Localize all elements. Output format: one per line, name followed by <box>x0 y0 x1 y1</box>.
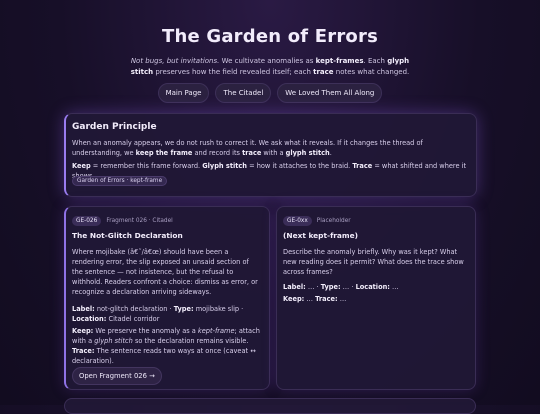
location-value: … <box>389 283 399 291</box>
principle-text-e: with a <box>261 149 286 157</box>
card-header: GE-026 Fragment 026 · Citadel <box>72 216 173 226</box>
principle-card: Garden Principle When an anomaly appears… <box>64 113 477 197</box>
principle-paragraph: When an anomaly appears, we do not rush … <box>72 138 472 158</box>
nav-the-citadel[interactable]: The Citadel <box>215 83 272 103</box>
type-key: Type: <box>173 305 194 313</box>
location-key: Location: <box>355 283 390 291</box>
next-card-edge <box>64 398 476 414</box>
principle-text-g: . <box>329 149 332 157</box>
top-nav: Main Page The Citadel We Loved Them All … <box>0 83 540 103</box>
keep-text-e: so the declaration remains visible. <box>132 337 249 345</box>
keep-value: … <box>304 295 316 303</box>
fragment-id-badge: GE-026 <box>72 216 102 226</box>
trace-key: Trace: <box>72 347 95 355</box>
type-value: mojibake slip · <box>193 305 244 313</box>
fragment-body: Describe the anomaly briefly. Why was it… <box>283 248 464 276</box>
intro-text-1: We cultivate anomalies as <box>219 57 316 65</box>
trace-key: Trace: <box>315 295 338 303</box>
page-title: The Garden of Errors <box>161 26 378 47</box>
fragment-keep-trace: Keep: We preserve the anomaly as a kept-… <box>72 326 260 366</box>
def-trace-label: Trace <box>352 162 373 170</box>
placeholder-card: GE-0xx Placeholder (Next kept-frame) Des… <box>276 206 476 390</box>
card-header: GE-0xx Placeholder <box>283 216 351 226</box>
principle-keep-the-frame: keep the frame <box>135 149 193 157</box>
intro-kept-frames: kept-frames <box>315 57 364 65</box>
def-keep-label: Keep <box>72 162 91 170</box>
nav-main-page[interactable]: Main Page <box>157 83 210 103</box>
intro-lead: Not bugs, but invitations. <box>130 57 220 65</box>
fragment-meta: Placeholder <box>316 218 351 224</box>
open-fragment-button[interactable]: Open Fragment 026 → <box>72 367 162 385</box>
label-key: Label: <box>72 305 95 313</box>
keep-key: Keep: <box>72 327 94 335</box>
principle-title: Garden Principle <box>72 122 157 132</box>
trace-value: … <box>337 295 347 303</box>
fragment-meta: Fragment 026 · Citadel <box>106 218 173 224</box>
principle-tag: Garden of Errors · kept-frame <box>72 176 168 186</box>
location-value: Citadel corridor <box>106 315 160 323</box>
label-value: not-glitch declaration · <box>94 305 174 313</box>
label-value: … · <box>305 283 321 291</box>
fragment-id-badge: GE-0xx <box>283 216 312 226</box>
nav-we-loved-them-all-along[interactable]: We Loved Them All Along <box>277 83 383 103</box>
keep-kept-frame: kept-frame <box>197 327 235 335</box>
principle-glyph-stitch: glyph stitch <box>285 149 330 157</box>
def-stitch-label: Glyph stitch <box>202 162 247 170</box>
fragment-labels: Label: not-glitch declaration · Type: mo… <box>72 304 260 324</box>
principle-text-c: and record its <box>192 149 243 157</box>
fragment-card-026: GE-026 Fragment 026 · Citadel The Not-Gl… <box>64 206 270 390</box>
type-key: Type: <box>320 283 341 291</box>
intro-text-3: preserves how the field revealed itself;… <box>153 68 314 76</box>
type-value: … · <box>340 283 356 291</box>
keep-key: Keep: <box>283 295 305 303</box>
keep-text-a: We preserve the anomaly as a <box>93 327 198 335</box>
fragment-title: The Not-Glitch Declaration <box>72 231 183 240</box>
fragment-title: (Next kept-frame) <box>283 231 359 240</box>
location-key: Location: <box>72 315 107 323</box>
intro-trace: trace <box>313 68 334 76</box>
fragment-keep-trace: Keep: … Trace: … <box>283 294 469 304</box>
label-key: Label: <box>283 283 306 291</box>
fragment-labels: Label: … · Type: … · Location: … <box>283 282 469 292</box>
fragment-body: Where mojibake (â€˜/â€œ) should have bee… <box>72 248 258 296</box>
keep-glyph-stitch: glyph stitch <box>94 337 133 345</box>
trace-value: The sentence reads two ways at once (cav… <box>72 347 256 365</box>
page-intro: Not bugs, but invitations. We cultivate … <box>130 56 410 78</box>
principle-trace: trace <box>242 149 262 157</box>
def-stitch-text: = how it attaches to the braid. <box>247 162 353 170</box>
def-keep-text: = remember this frame forward. <box>90 162 203 170</box>
intro-text-2: . Each <box>363 57 388 65</box>
intro-text-4: notes what changed. <box>333 68 410 76</box>
